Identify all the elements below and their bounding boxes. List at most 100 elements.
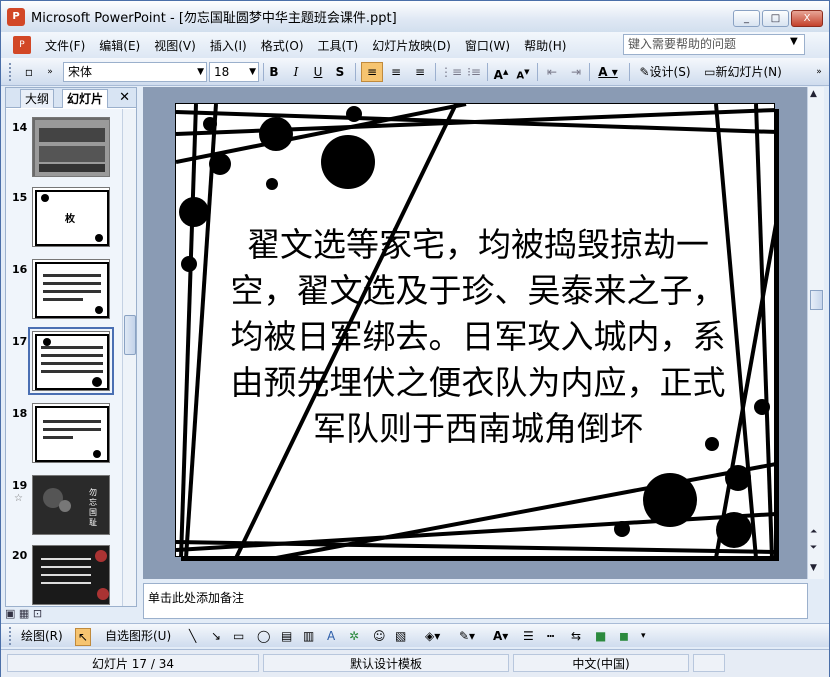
wordart-icon[interactable]: A xyxy=(327,628,335,644)
align-right-icon[interactable]: ≡ xyxy=(409,62,431,82)
notes-placeholder: 单击此处添加备注 xyxy=(148,591,245,605)
slideshow-icon[interactable]: ⊡ xyxy=(33,607,42,620)
menu-format[interactable]: 格式(O) xyxy=(261,37,304,54)
draw-menu-button[interactable]: 绘图(R) xyxy=(21,628,63,644)
tab-slides[interactable]: 幻灯片 xyxy=(62,89,109,108)
slide-canvas[interactable]: 翟文选等家宅，均被捣毁掠劫一空，翟文选及于珍、吴泰来之子，均被日军绑去。日军攻入… xyxy=(175,103,775,557)
thumbnail-list[interactable]: 14 15 枚 16 17 18 19 ☆ 勿忘国耻 20 xyxy=(6,109,122,606)
toolbar-overflow-icon[interactable]: ▾ xyxy=(641,628,646,644)
decrease-font-icon[interactable]: A▼ xyxy=(513,62,533,82)
close-icon[interactable]: ✕ xyxy=(119,90,130,105)
menu-insert[interactable]: 插入(I) xyxy=(210,37,247,54)
slide-thumbnail-18[interactable] xyxy=(32,403,110,463)
slide-thumbnail-16[interactable] xyxy=(32,259,110,319)
menu-slideshow[interactable]: 幻灯片放映(D) xyxy=(372,37,451,54)
previous-slide-icon[interactable]: ⏶ xyxy=(810,527,817,537)
toolbar-overflow-icon[interactable]: » xyxy=(43,62,57,82)
scroll-thumb[interactable] xyxy=(810,290,823,310)
picture-icon[interactable]: ▧ xyxy=(395,628,406,644)
window-title: Microsoft PowerPoint - [勿忘国耻圆梦中华主题班会课件.p… xyxy=(31,11,397,26)
thumbnail-label: 勿忘国耻 xyxy=(89,488,97,527)
shadow-style-icon[interactable]: ■ xyxy=(595,628,606,644)
decrease-indent-icon[interactable]: ⇤ xyxy=(541,62,563,82)
slide-thumbnail-14[interactable] xyxy=(32,117,110,177)
powerpoint-app-icon[interactable]: P xyxy=(7,7,25,26)
close-button[interactable]: X xyxy=(791,10,823,27)
new-slide-label: 新幻灯片(N) xyxy=(715,65,782,79)
menu-tools[interactable]: 工具(T) xyxy=(318,37,359,54)
text-thumbnail xyxy=(35,334,109,390)
menu-bar: P 文件(F) 编辑(E) 视图(V) 插入(I) 格式(O) 工具(T) 幻灯… xyxy=(1,32,829,58)
arrow-style-icon[interactable]: ⇆ xyxy=(571,628,581,644)
textbox-tool-icon[interactable]: ▤ xyxy=(281,628,292,644)
line-style-icon[interactable]: ☰ xyxy=(523,628,534,644)
slide-body-text[interactable]: 翟文选等家宅，均被捣毁掠劫一空，翟文选及于珍、吴泰来之子，均被日军绑去。日军攻入… xyxy=(218,222,738,452)
numbered-list-icon[interactable]: ⋮≡ xyxy=(439,62,462,82)
help-search-input[interactable]: 键入需要帮助的问题 xyxy=(623,34,805,55)
bullet-list-icon[interactable]: ⁝≡ xyxy=(463,62,485,82)
font-name-select[interactable]: 宋体 ▼ xyxy=(63,62,207,82)
menu-window[interactable]: 窗口(W) xyxy=(465,37,510,54)
shadow-button[interactable]: S xyxy=(331,62,349,82)
document-icon[interactable]: P xyxy=(13,36,31,54)
new-document-icon[interactable]: ▫ xyxy=(19,62,39,82)
slide-thumbnail-15[interactable]: 枚 xyxy=(32,187,110,247)
vertical-textbox-icon[interactable]: ▥ xyxy=(303,628,314,644)
font-color-icon[interactable]: A▾ xyxy=(493,628,508,644)
dash-style-icon[interactable]: ┅ xyxy=(547,628,554,644)
menu-edit[interactable]: 编辑(E) xyxy=(99,37,140,54)
rectangle-tool-icon[interactable]: ▭ xyxy=(233,628,244,644)
bold-button[interactable]: B xyxy=(265,62,283,82)
notes-pane[interactable]: 单击此处添加备注 xyxy=(143,583,808,619)
clipart-icon[interactable]: ☺ xyxy=(373,628,386,644)
menu-file[interactable]: 文件(F) xyxy=(45,37,85,54)
underline-button[interactable]: U xyxy=(309,62,327,82)
font-color-icon[interactable]: A ▾ xyxy=(593,62,623,82)
tab-outline[interactable]: 大纲 xyxy=(20,89,55,108)
editor-scrollbar[interactable]: ▲ ⏶ ⏷ ▼ xyxy=(807,87,824,579)
chevron-down-icon: ▼ xyxy=(197,67,204,77)
diagram-icon[interactable]: ✲ xyxy=(349,628,359,644)
arrow-tool-icon[interactable]: ↘ xyxy=(211,628,221,644)
toolbar-grip[interactable] xyxy=(9,627,13,645)
toolbar-grip[interactable] xyxy=(9,63,13,81)
slide-thumbnail-20[interactable] xyxy=(32,545,110,605)
autoshape-menu-button[interactable]: 自选图形(U) xyxy=(105,628,171,644)
slide-thumbnail-17[interactable] xyxy=(28,327,114,395)
thumbnail-scrollbar[interactable] xyxy=(122,109,136,606)
scroll-thumb[interactable] xyxy=(124,315,136,355)
status-template[interactable]: 默认设计模板 xyxy=(263,654,509,672)
line-tool-icon[interactable]: ╲ xyxy=(189,628,196,644)
oval-tool-icon[interactable]: ◯ xyxy=(257,628,270,644)
font-size-select[interactable]: 18 ▼ xyxy=(209,62,259,82)
new-slide-button[interactable]: ▭新幻灯片(N) xyxy=(699,62,787,82)
menu-help[interactable]: 帮助(H) xyxy=(524,37,566,54)
select-pointer-icon[interactable]: ↖ xyxy=(75,628,92,646)
menu-view[interactable]: 视图(V) xyxy=(154,37,196,54)
view-buttons: ▣ ▦ ⊡ xyxy=(5,607,137,623)
design-button[interactable]: ✎设计(S) xyxy=(635,62,695,82)
scroll-down-icon[interactable]: ▼ xyxy=(810,563,817,573)
toolbar-separator xyxy=(435,63,436,81)
chevron-down-icon[interactable]: ▼ xyxy=(790,36,798,47)
slide-sorter-icon[interactable]: ▦ xyxy=(19,607,29,620)
maximize-button[interactable]: □ xyxy=(762,10,789,27)
normal-view-icon[interactable]: ▣ xyxy=(5,607,15,620)
next-slide-icon[interactable]: ⏷ xyxy=(810,543,817,553)
line-color-icon[interactable]: ✎▾ xyxy=(459,628,475,644)
dark-thumbnail xyxy=(33,546,109,604)
minimize-button[interactable]: _ xyxy=(733,10,760,27)
slide-thumbnail-19[interactable]: 勿忘国耻 xyxy=(32,475,110,535)
scroll-up-icon[interactable]: ▲ xyxy=(810,89,817,99)
fill-color-icon[interactable]: ◈▾ xyxy=(425,628,440,644)
toolbar-overflow-icon[interactable]: » xyxy=(813,62,825,82)
align-left-icon[interactable]: ≡ xyxy=(361,62,383,82)
3d-style-icon[interactable]: ◼ xyxy=(619,628,629,644)
thumbnail-number: 15 xyxy=(12,191,28,204)
increase-indent-icon[interactable]: ⇥ xyxy=(565,62,587,82)
status-bar: 幻灯片 17 / 34 默认设计模板 中文(中国) xyxy=(1,649,829,677)
italic-button[interactable]: I xyxy=(287,62,305,82)
design-icon: ✎ xyxy=(639,65,650,79)
align-center-icon[interactable]: ≡ xyxy=(385,62,407,82)
increase-font-icon[interactable]: A▲ xyxy=(491,62,511,82)
